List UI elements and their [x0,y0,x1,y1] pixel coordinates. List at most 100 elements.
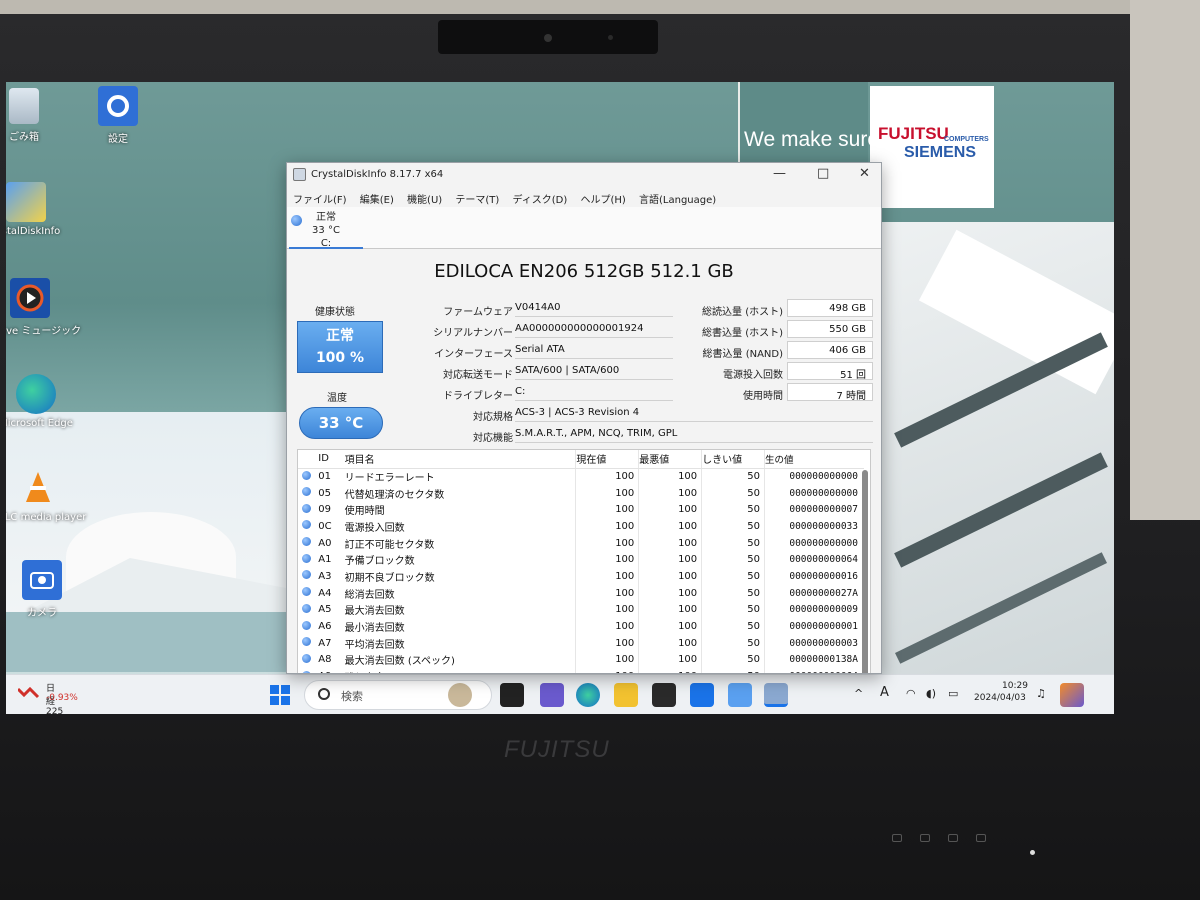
gear-icon [98,86,138,126]
chevron-up-icon[interactable]: ^ [854,687,863,700]
desktop-icon-label: カメラ [27,608,57,619]
close-button[interactable]: ✕ [859,166,870,181]
power-on-count-value: 51 回 [787,362,873,381]
teams-icon[interactable] [540,683,564,707]
smart-row-status-cell [298,602,318,619]
drive-tab-c[interactable]: 正常 33 °C C: [289,207,363,249]
smart-row[interactable]: A3 初期不良ブロック数 100 100 50 000000000016 [298,568,864,585]
minimize-button[interactable]: — [773,166,786,181]
smart-row-status-cell [298,635,318,652]
background-wall [0,0,1200,14]
wifi-icon[interactable]: ◠ [906,687,916,700]
status-dot-icon [302,570,311,580]
smart-row-status-cell [298,501,318,518]
bell-icon[interactable]: ♫ [1036,687,1046,700]
power-led [1030,850,1035,855]
host-reads-value: 498 GB [787,299,873,317]
task-view-icon[interactable] [500,683,524,707]
smart-row[interactable]: A8 最大消去回数 (スペック) 100 100 50 00000000138A [298,651,864,669]
desktop-icon-recycle-bin[interactable]: ごみ箱 [6,88,64,143]
smart-worst: 100 [638,551,702,569]
smart-id: 05 [318,487,332,499]
control-panel-icon[interactable] [728,683,752,707]
transfer-mode-label: 対応転送モード [443,370,513,381]
smart-raw: 000000000000 [764,484,864,502]
taskbar: 日経 225 -0.93% 検索 ^ A ◠ ◖) ▭ 10:29 2024/0… [6,674,1114,714]
ime-indicator[interactable]: A [880,685,889,700]
search-highlight-icon[interactable] [448,683,472,707]
smart-raw: 000000000000 [764,468,864,485]
smart-threshold: 50 [701,518,765,535]
smart-id: A9 [318,668,344,673]
smart-row-status-cell [298,485,318,502]
smart-header-raw[interactable]: 生の値 [764,450,864,469]
desktop-icon-groove-music[interactable]: roove ミュージック [6,278,81,337]
menu-help[interactable]: ヘルプ(H) [580,195,625,206]
clock-date[interactable]: 2024/04/03 [974,693,1026,703]
desktop-icon-edge[interactable]: Microsoft Edge [6,374,76,429]
temperature-box[interactable]: 33 °C [299,407,383,439]
window-titlebar[interactable]: CrystalDiskInfo 8.17.7 x64 — □ ✕ [287,163,881,187]
smart-scrollbar[interactable] [862,470,868,673]
menu-file[interactable]: ファイル(F) [293,195,347,206]
status-dot-icon [302,603,311,613]
smart-header-current[interactable]: 現在値 [575,450,639,469]
maximize-button[interactable]: □ [817,166,829,181]
drive-model: EDILOCA EN206 512GB 512.1 GB [434,261,734,282]
crystaldiskinfo-taskbar-icon[interactable] [764,683,788,707]
serial-value: AA000000000000001924 [515,320,673,338]
file-explorer-icon[interactable] [614,683,638,707]
desktop-icon-crystaldiskinfo[interactable]: rystalDiskInfo [6,182,66,237]
copilot-icon[interactable] [1060,683,1084,707]
smart-raw: 000000000000 [764,534,864,552]
volume-icon[interactable]: ◖) [926,687,936,700]
smart-attribute-name: 使用時間 [344,506,385,518]
desktop-icon-settings[interactable]: 設定 [78,86,158,145]
smart-worst: 100 [638,468,702,485]
start-icon[interactable] [270,685,290,705]
smart-header-worst[interactable]: 最悪値 [638,450,702,469]
clock-time[interactable]: 10:29 [1002,681,1028,691]
smart-header-name[interactable]: 項目名 [344,450,576,469]
smart-row[interactable]: A7 平均消去回数 100 100 50 000000000003 [298,634,864,652]
status-dot-icon [302,503,311,513]
main-panel: EDILOCA EN206 512GB 512.1 GB 健康状態 正常 100… [287,249,881,673]
smart-row[interactable]: 05 代替処理済のセクタ数 100 100 50 000000000000 [298,484,864,502]
desktop-icon-vlc[interactable]: VLC media player [6,468,87,523]
smart-id: A5 [318,604,332,616]
mail-icon[interactable] [690,683,714,707]
smart-row[interactable]: 09 使用時間 100 100 50 000000000007 [298,501,864,519]
menu-function[interactable]: 機能(U) [407,195,442,206]
smart-row[interactable]: 01 リードエラーレート 100 100 50 000000000000 [298,468,864,485]
smart-row[interactable]: A0 訂正不可能セクタ数 100 100 50 000000000000 [298,534,864,552]
desktop-icon-label: VLC media player [6,512,87,523]
desktop-icon-camera[interactable]: カメラ [6,560,82,619]
menu-language[interactable]: 言語(Language) [639,195,716,206]
smart-threshold: 50 [701,668,765,673]
smart-attribute-name: 残り寿命 [345,668,576,673]
camera-icon [22,560,62,600]
edge-taskbar-icon[interactable] [576,683,600,707]
smart-row[interactable]: A6 最小消去回数 100 100 50 000000000001 [298,618,864,635]
menu-disk[interactable]: ディスク(D) [512,195,567,206]
smart-row[interactable]: A1 予備ブロック数 100 100 50 000000000064 [298,551,864,569]
smart-header-threshold[interactable]: しきい値 [701,450,765,469]
store-icon[interactable] [652,683,676,707]
smart-row[interactable]: A4 総消去回数 100 100 50 00000000027A [298,584,864,602]
smart-row-status-cell [298,652,318,669]
interface-value: Serial ATA [515,341,673,359]
smart-row[interactable]: 0C 電源投入回数 100 100 50 000000000033 [298,518,864,535]
menu-theme[interactable]: テーマ(T) [455,195,499,206]
smart-raw: 000000000003 [764,634,864,652]
smart-threshold: 50 [701,618,765,635]
smart-header-id[interactable]: ID [318,450,345,469]
bezel-fujitsu-logo: FUJITSU [504,736,610,763]
health-status-box[interactable]: 正常 100 % [297,321,383,373]
smart-id: A7 [318,637,332,649]
smart-row[interactable]: A5 最大消去回数 100 100 50 000000000009 [298,601,864,619]
smart-row[interactable]: A9残り寿命10010050000000000064 [298,668,864,673]
battery-icon[interactable]: ▭ [948,687,958,700]
smart-current: 100 [575,501,639,519]
menu-edit[interactable]: 編集(E) [360,195,394,206]
nand-writes-label: 総書込量 (NAND) [702,349,783,360]
